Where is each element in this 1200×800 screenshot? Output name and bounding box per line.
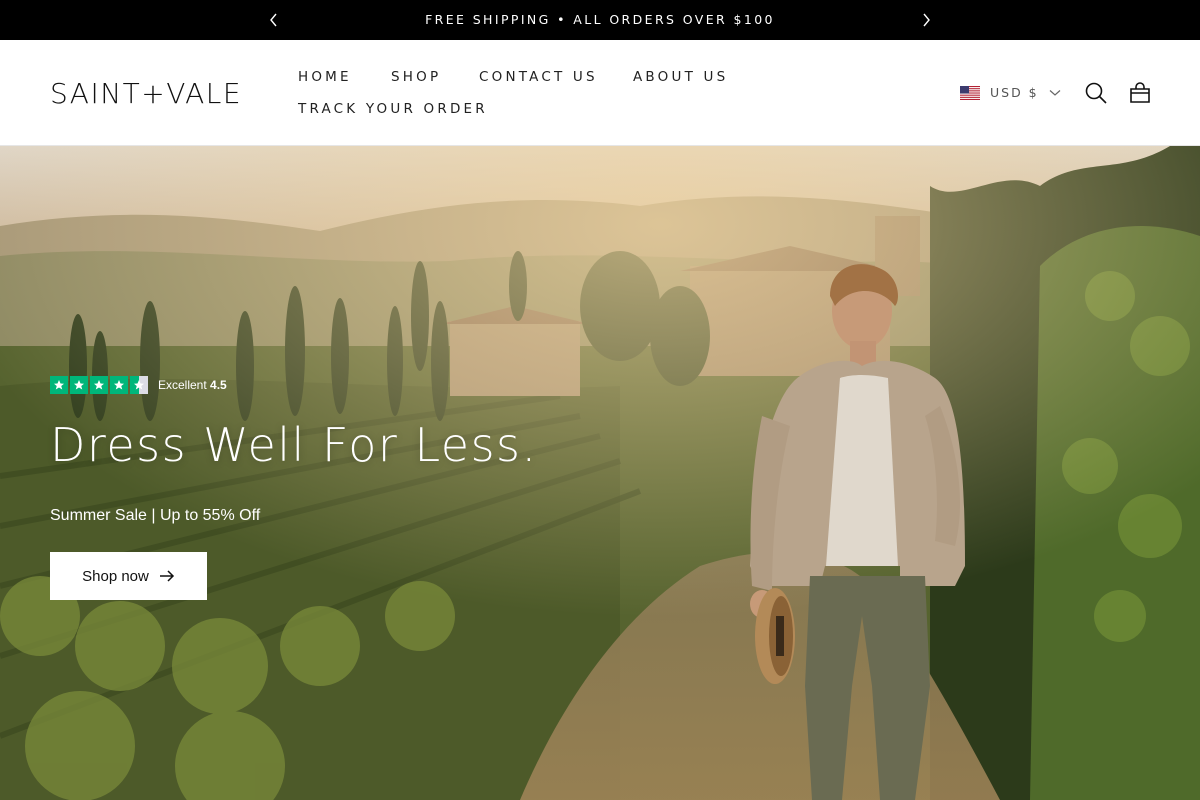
hero-headline: Dress Well For Less. bbox=[50, 418, 538, 472]
rating-text: Excellent 4.5 bbox=[158, 378, 227, 392]
site-logo[interactable]: SAINT+VALE bbox=[50, 77, 242, 110]
announcement-bar: FREE SHIPPING • ALL ORDERS OVER $100 bbox=[0, 0, 1200, 40]
announcement-message: FREE SHIPPING • ALL ORDERS OVER $100 bbox=[425, 12, 775, 27]
cart-button[interactable] bbox=[1128, 81, 1152, 105]
hero-subheadline: Summer Sale | Up to 55% Off bbox=[50, 507, 261, 524]
star-icon bbox=[110, 376, 128, 394]
currency-label: USD $ bbox=[990, 85, 1039, 100]
chevron-down-icon bbox=[1049, 89, 1061, 96]
currency-selector[interactable]: USD $ bbox=[960, 85, 1061, 100]
rating-label: Excellent bbox=[158, 378, 207, 392]
shop-now-button[interactable]: Shop now bbox=[50, 552, 207, 600]
nav-about[interactable]: ABOUT US bbox=[633, 69, 728, 85]
shopping-bag-icon bbox=[1130, 82, 1150, 103]
trustpilot-rating: Excellent 4.5 bbox=[50, 376, 227, 394]
site-header: SAINT+VALE HOME SHOP CONTACT US ABOUT US… bbox=[0, 40, 1200, 146]
nav-home[interactable]: HOME bbox=[298, 69, 352, 85]
nav-contact[interactable]: CONTACT US bbox=[479, 69, 598, 85]
half-star-icon bbox=[130, 376, 148, 394]
rating-stars bbox=[50, 376, 148, 394]
star-icon bbox=[90, 376, 108, 394]
us-flag-icon bbox=[960, 85, 980, 100]
hero-banner: Excellent 4.5 Dress Well For Less. Summe… bbox=[0, 146, 1200, 800]
search-icon bbox=[1085, 82, 1107, 104]
nav-shop[interactable]: SHOP bbox=[391, 69, 441, 85]
chevron-right-icon bbox=[923, 13, 930, 27]
star-icon bbox=[70, 376, 88, 394]
announcement-next-button[interactable] bbox=[916, 10, 936, 30]
star-icon bbox=[50, 376, 68, 394]
arrow-right-icon bbox=[159, 570, 174, 582]
search-button[interactable] bbox=[1084, 81, 1108, 105]
nav-track-order[interactable]: TRACK YOUR ORDER bbox=[298, 101, 488, 117]
shop-now-label: Shop now bbox=[82, 567, 149, 585]
rating-score: 4.5 bbox=[210, 378, 227, 392]
hero-background-image bbox=[0, 146, 1200, 800]
